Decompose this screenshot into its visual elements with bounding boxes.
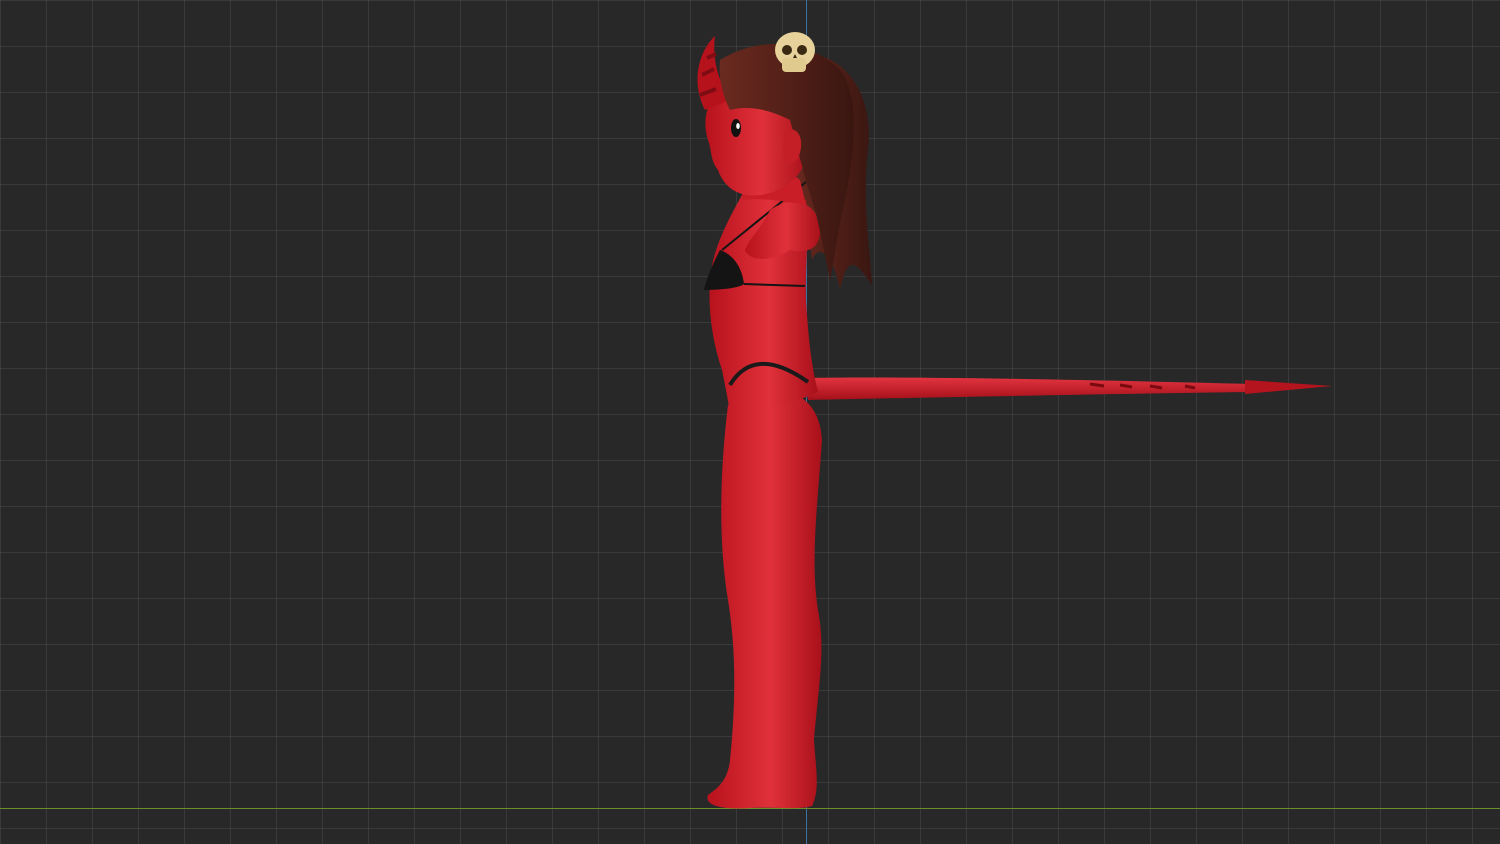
eye <box>731 119 741 137</box>
tail <box>805 377 1332 400</box>
3d-viewport[interactable] <box>0 0 1500 844</box>
leg <box>707 388 822 809</box>
character-model[interactable] <box>0 0 1500 844</box>
